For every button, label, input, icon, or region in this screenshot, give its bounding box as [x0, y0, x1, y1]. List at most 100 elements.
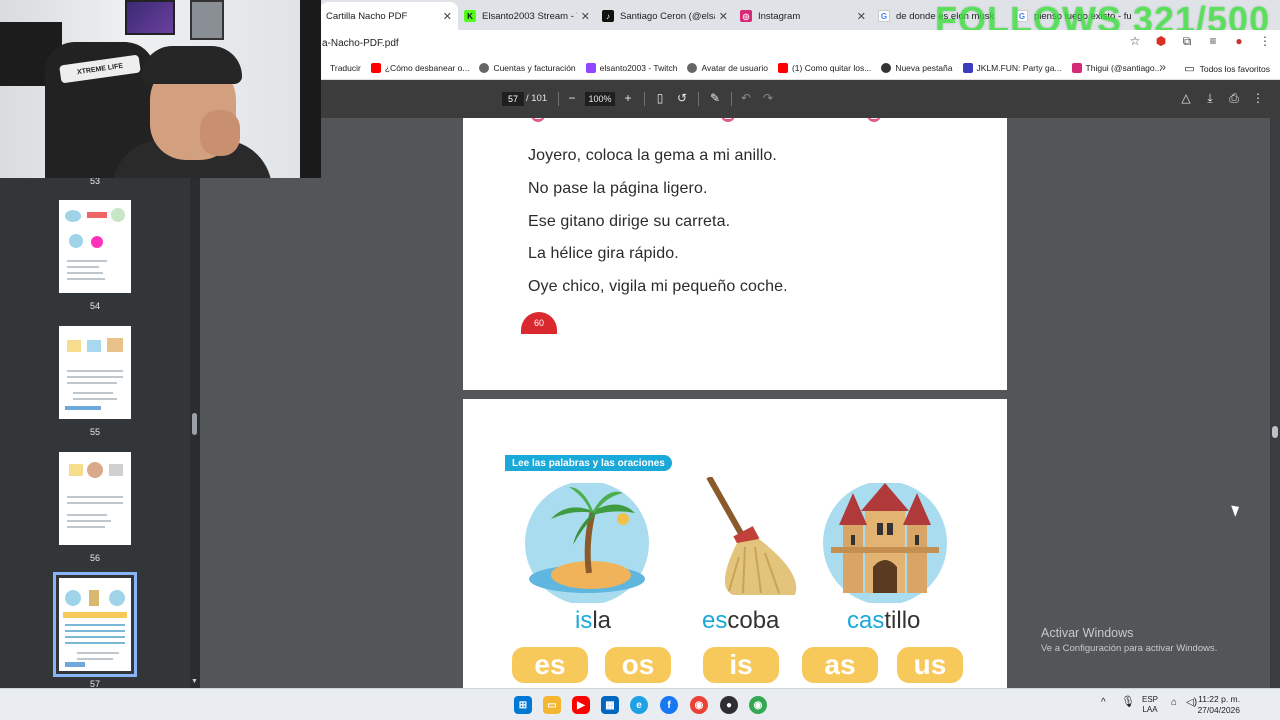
section-heading: Lee las palabras y las oraciones: [505, 455, 672, 471]
tab-label: Instagram: [758, 10, 801, 22]
close-icon[interactable]: ✕: [719, 10, 728, 23]
word-isla: isla: [575, 607, 611, 635]
github-icon: [881, 62, 892, 73]
word-castillo: castillo: [847, 607, 920, 635]
thumbnail-page[interactable]: [59, 452, 131, 545]
streamer-cap: [142, 46, 242, 84]
bookmark-jklm[interactable]: JKLM.FUN: Party ga...: [962, 62, 1062, 73]
extensions-icon[interactable]: ⧉: [1180, 34, 1194, 48]
zoom-input[interactable]: 100%: [585, 92, 615, 106]
zoom-out-icon[interactable]: −: [564, 91, 580, 105]
document-scroll-thumb[interactable]: [1272, 426, 1278, 438]
chevron-right-icon[interactable]: »: [1159, 60, 1166, 74]
bookmark-como-quitar[interactable]: (1) Como quitar los...: [777, 62, 871, 73]
bookmark-nueva[interactable]: Nueva pestaña: [881, 62, 953, 73]
scroll-down-icon[interactable]: ▼: [191, 678, 198, 685]
divider: [731, 92, 732, 106]
youtube-icon[interactable]: ▶: [572, 696, 590, 714]
sidebar-scrollbar[interactable]: [190, 118, 200, 688]
chrome-profile-icon[interactable]: ◉: [749, 696, 767, 714]
print-icon[interactable]: ⎙: [1226, 91, 1242, 106]
divider: [558, 92, 559, 106]
microphone-icon[interactable]: 🎙: [1121, 697, 1135, 708]
thumbnail-page[interactable]: [59, 200, 131, 293]
tab-label: pienso luego existo - fu: [1034, 10, 1132, 22]
tab-google-pienso[interactable]: G pienso luego existo - fu: [1010, 2, 1148, 30]
tab-tiktok[interactable]: ♪ Santiago Ceron (@elsant ✕: [596, 2, 734, 30]
adblock-icon[interactable]: ⬢: [1154, 34, 1168, 48]
bookmark-label: elsanto2003 - Twitch: [599, 62, 678, 73]
facebook-icon[interactable]: f: [660, 696, 678, 714]
zoom-in-icon[interactable]: +: [620, 91, 636, 105]
close-icon[interactable]: ✕: [857, 10, 866, 23]
sidebar-scroll-thumb[interactable]: [192, 413, 197, 435]
streamer-hand: [200, 110, 240, 156]
bookmark-label: JKLM.FUN: Party ga...: [976, 62, 1062, 73]
close-icon[interactable]: ✕: [443, 10, 452, 23]
all-bookmarks[interactable]: ▭ Todos los favoritos: [1184, 62, 1270, 75]
bookmark-cuentas[interactable]: Cuentas y facturación: [479, 62, 576, 73]
tab-label: Cartilla Nacho PDF: [326, 10, 408, 22]
tab-cartilla[interactable]: Cartilla Nacho PDF ✕: [320, 2, 458, 30]
file-explorer-icon[interactable]: ▭: [543, 696, 561, 714]
tab-instagram[interactable]: ◎ Instagram ✕: [734, 2, 872, 30]
document-viewer[interactable]: Joyero, coloca la gema a mi anillo. No p…: [200, 118, 1270, 688]
thumbnail-page[interactable]: [59, 326, 131, 419]
obs-icon[interactable]: ●: [720, 696, 738, 714]
thumbnail-page-selected[interactable]: [53, 572, 137, 677]
tab-google-elon[interactable]: G de donde es elon musk: [872, 2, 1010, 30]
word-rest: la: [592, 607, 612, 634]
clock-time: 11:22 p. m.: [1198, 694, 1240, 704]
download-icon[interactable]: ⤓: [1202, 91, 1218, 106]
address-bar: a-Nacho-PDF.pdf ☆ ⬢ ⧉ ≡ ● ⋮: [320, 30, 1280, 56]
sentence: Joyero, coloca la gema a mi anillo.: [528, 147, 777, 164]
document-scrollbar[interactable]: [1270, 118, 1280, 688]
profile-avatar-icon[interactable]: ●: [1232, 34, 1246, 48]
fit-page-icon[interactable]: ▯: [652, 91, 668, 105]
bookmark-avatar[interactable]: Avatar de usuario: [687, 62, 768, 73]
annotate-icon[interactable]: ✎: [707, 91, 723, 105]
page-number-input[interactable]: 57: [502, 92, 524, 106]
background-shadow: [300, 0, 321, 178]
edge-icon[interactable]: e: [630, 696, 648, 714]
bookmark-thigui[interactable]: Thigui (@santiago...: [1071, 62, 1162, 73]
tab-label: Elsanto2003 Stream - Wa: [482, 10, 577, 22]
language-bottom: LAA: [1142, 705, 1158, 714]
bookmark-traducir[interactable]: Traducir: [330, 63, 361, 73]
decoration: [867, 118, 881, 122]
store-icon[interactable]: ▦: [601, 696, 619, 714]
more-options-icon[interactable]: ⋮: [1250, 91, 1266, 105]
close-icon[interactable]: ✕: [581, 10, 590, 23]
volume-icon[interactable]: ◁): [1186, 698, 1197, 708]
bookmark-label: Avatar de usuario: [701, 62, 768, 73]
youtube-icon: [777, 62, 788, 73]
thumbnail-page-number: 55: [89, 427, 100, 437]
tab-kick-stream[interactable]: K Elsanto2003 Stream - Wa ✕: [458, 2, 596, 30]
language-indicator[interactable]: ESP LAA: [1142, 695, 1158, 715]
bookmark-desbanear[interactable]: ¿Cómo desbanear o...: [370, 62, 470, 73]
bookmark-label: ¿Cómo desbanear o...: [384, 62, 470, 73]
star-icon[interactable]: ☆: [1128, 34, 1142, 48]
chevron-up-icon[interactable]: ^: [1101, 698, 1106, 708]
drive-icon[interactable]: △: [1178, 91, 1194, 105]
menu-dots-icon[interactable]: ⋮: [1258, 34, 1272, 48]
syllable-tile: os: [605, 647, 671, 683]
media-icon[interactable]: ≡: [1206, 34, 1220, 48]
undo-icon[interactable]: ↶: [738, 91, 754, 105]
webcam-overlay: XTREME LIFE: [0, 0, 321, 178]
broom-image: [706, 477, 797, 595]
bookmark-twitch[interactable]: elsanto2003 - Twitch: [585, 62, 678, 73]
thumbnail-page-number: 56: [89, 553, 100, 563]
windows-activation-watermark: Activar Windows Ve a Configuración para …: [1041, 626, 1217, 654]
picture-frame: [190, 0, 224, 40]
chrome-icon[interactable]: ◉: [690, 696, 708, 714]
syllable-tile: us: [897, 647, 963, 683]
url-field[interactable]: a-Nacho-PDF.pdf: [322, 38, 399, 49]
thumbnail-page-number: 54: [89, 301, 100, 311]
redo-icon[interactable]: ↷: [760, 91, 776, 105]
bookmark-label: Nueva pestaña: [895, 62, 953, 73]
clock[interactable]: 11:22 p. m. 27/04/2026: [1197, 694, 1240, 716]
network-icon[interactable]: ⌂: [1171, 698, 1177, 708]
windows-start-icon[interactable]: ⊞: [514, 696, 532, 714]
rotate-icon[interactable]: ↺: [674, 91, 690, 105]
